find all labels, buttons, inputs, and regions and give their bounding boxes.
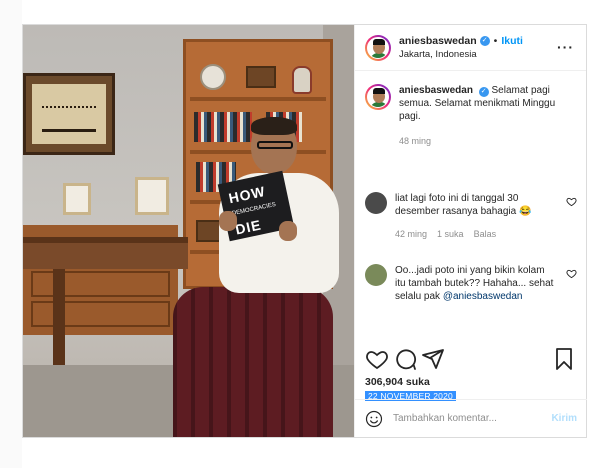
commenter-avatar[interactable] bbox=[365, 192, 387, 214]
instagram-post: HOW DEMOCRACIES DIE aniesbaswedan ✓ • Ik… bbox=[22, 24, 587, 438]
caption-verified-icon: ✓ bbox=[478, 87, 489, 97]
caption-username[interactable]: aniesbaswedan bbox=[399, 85, 473, 96]
post-caption: aniesbaswedan ✓ Selamat pagi semua. Sela… bbox=[355, 72, 587, 148]
left-background bbox=[0, 0, 22, 468]
post-side-panel: aniesbaswedan ✓ • Ikuti Jakarta, Indones… bbox=[354, 25, 587, 437]
comment-heart-icon[interactable] bbox=[566, 196, 577, 207]
post-photo[interactable]: HOW DEMOCRACIES DIE bbox=[23, 25, 354, 437]
like-count[interactable]: 306,904 suka bbox=[365, 376, 430, 388]
heart-icon[interactable] bbox=[365, 347, 389, 371]
comment-likes[interactable]: 1 suka bbox=[437, 228, 464, 241]
post-header: aniesbaswedan ✓ • Ikuti Jakarta, Indones… bbox=[355, 25, 586, 71]
emoji-icon[interactable] bbox=[365, 410, 383, 428]
separator-dot: • bbox=[493, 35, 498, 47]
photo-desk bbox=[23, 237, 188, 269]
comment-time[interactable]: 42 ming bbox=[395, 228, 427, 241]
verified-badge-icon: ✓ bbox=[479, 36, 490, 46]
photo-sarong bbox=[173, 287, 333, 437]
comment-heart-icon[interactable] bbox=[566, 268, 577, 279]
comment-mention[interactable]: @aniesbaswedan bbox=[443, 291, 523, 302]
photo-hair-top bbox=[251, 117, 297, 135]
comment-text: liat lagi foto ini di tanggal 30 desembe… bbox=[395, 193, 532, 217]
photo-hand bbox=[219, 211, 237, 231]
photo-frame-small bbox=[63, 183, 91, 215]
caption-avatar[interactable] bbox=[365, 84, 391, 110]
photo-hand bbox=[279, 221, 297, 241]
post-location[interactable]: Jakarta, Indonesia bbox=[399, 49, 523, 60]
comment-meta: 42 ming 1 suka Balas bbox=[395, 228, 555, 241]
reply-button[interactable]: Balas bbox=[474, 228, 497, 241]
photo-frame-small bbox=[135, 177, 169, 215]
comments-list[interactable]: aniesbaswedan ✓ Selamat pagi semua. Sela… bbox=[355, 72, 587, 344]
add-comment-bar: Kirim bbox=[355, 399, 587, 437]
share-icon[interactable] bbox=[421, 347, 445, 371]
commenter-avatar[interactable] bbox=[365, 264, 387, 286]
caption-time[interactable]: 48 ming bbox=[399, 135, 569, 148]
follow-button[interactable]: Ikuti bbox=[501, 35, 523, 47]
comment-input[interactable] bbox=[393, 413, 543, 424]
post-actions bbox=[365, 347, 576, 373]
comment-item: Oo...jadi poto ini yang bikin kolam itu … bbox=[355, 264, 587, 303]
photo-calligraphy-frame bbox=[23, 73, 115, 155]
photo-glasses bbox=[257, 141, 293, 149]
author-avatar[interactable] bbox=[365, 34, 391, 61]
post-comment-button[interactable]: Kirim bbox=[551, 413, 577, 424]
more-options-icon[interactable]: ··· bbox=[557, 39, 574, 55]
bookmark-icon[interactable] bbox=[552, 347, 576, 371]
author-username[interactable]: aniesbaswedan bbox=[399, 35, 477, 47]
comment-item: liat lagi foto ini di tanggal 30 desembe… bbox=[355, 192, 587, 241]
comment-icon[interactable] bbox=[393, 347, 417, 371]
